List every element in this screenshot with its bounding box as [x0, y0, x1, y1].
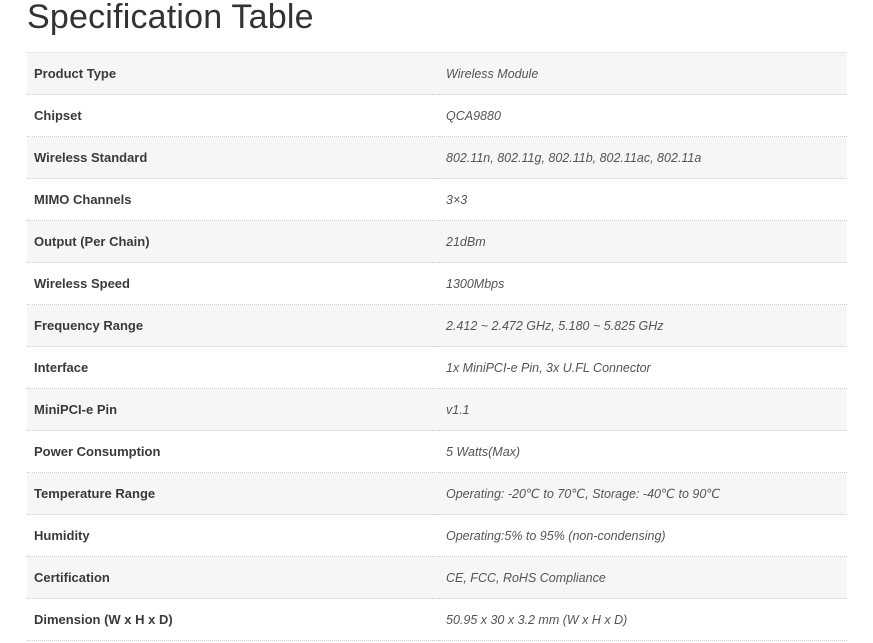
spec-value: 3×3 [439, 178, 847, 221]
spec-row-wireless-standard: Wireless Standard 802.11n, 802.11g, 802.… [27, 136, 847, 179]
spec-value: 802.11n, 802.11g, 802.11b, 802.11ac, 802… [439, 136, 847, 179]
spec-label: MiniPCI-e Pin [27, 388, 439, 431]
spec-row-power-consumption: Power Consumption 5 Watts(Max) [27, 430, 847, 473]
spec-label: Wireless Speed [27, 262, 439, 305]
spec-value: 2.412 ~ 2.472 GHz, 5.180 ~ 5.825 GHz [439, 304, 847, 347]
spec-row-interface: Interface 1x MiniPCI-e Pin, 3x U.FL Conn… [27, 346, 847, 389]
spec-label: Interface [27, 346, 439, 389]
specification-table-body: Product Type Wireless Module Chipset QCA… [27, 52, 847, 641]
spec-value: 50.95 x 30 x 3.2 mm (W x H x D) [439, 598, 847, 641]
spec-row-mimo-channels: MIMO Channels 3×3 [27, 178, 847, 221]
spec-value: 1300Mbps [439, 262, 847, 305]
spec-label: Product Type [27, 52, 439, 95]
spec-value: CE, FCC, RoHS Compliance [439, 556, 847, 599]
spec-row-dimension: Dimension (W x H x D) 50.95 x 30 x 3.2 m… [27, 598, 847, 641]
spec-row-minipcie-pin: MiniPCI-e Pin v1.1 [27, 388, 847, 431]
spec-row-certification: Certification CE, FCC, RoHS Compliance [27, 556, 847, 599]
spec-label: Humidity [27, 514, 439, 557]
spec-value: Wireless Module [439, 52, 847, 95]
spec-label: MIMO Channels [27, 178, 439, 221]
spec-label: Power Consumption [27, 430, 439, 473]
spec-value: QCA9880 [439, 94, 847, 137]
spec-value: Operating:5% to 95% (non-condensing) [439, 514, 847, 557]
spec-label: Dimension (W x H x D) [27, 598, 439, 641]
spec-value: 1x MiniPCI-e Pin, 3x U.FL Connector [439, 346, 847, 389]
spec-label: Frequency Range [27, 304, 439, 347]
spec-row-chipset: Chipset QCA9880 [27, 94, 847, 137]
spec-value: v1.1 [439, 388, 847, 431]
spec-label: Chipset [27, 94, 439, 137]
spec-label: Output (Per Chain) [27, 220, 439, 263]
spec-label: Temperature Range [27, 472, 439, 515]
spec-row-temperature-range: Temperature Range Operating: -20℃ to 70℃… [27, 472, 847, 515]
spec-value: 5 Watts(Max) [439, 430, 847, 473]
spec-value: Operating: -20℃ to 70℃, Storage: -40℃ to… [439, 472, 847, 515]
specification-table: Product Type Wireless Module Chipset QCA… [27, 52, 847, 641]
spec-value: 21dBm [439, 220, 847, 263]
spec-label: Wireless Standard [27, 136, 439, 179]
spec-row-humidity: Humidity Operating:5% to 95% (non-conden… [27, 514, 847, 557]
page-title: Specification Table [27, 0, 314, 36]
spec-row-wireless-speed: Wireless Speed 1300Mbps [27, 262, 847, 305]
spec-row-output-per-chain: Output (Per Chain) 21dBm [27, 220, 847, 263]
spec-row-frequency-range: Frequency Range 2.412 ~ 2.472 GHz, 5.180… [27, 304, 847, 347]
spec-label: Certification [27, 556, 439, 599]
spec-row-product-type: Product Type Wireless Module [27, 52, 847, 95]
